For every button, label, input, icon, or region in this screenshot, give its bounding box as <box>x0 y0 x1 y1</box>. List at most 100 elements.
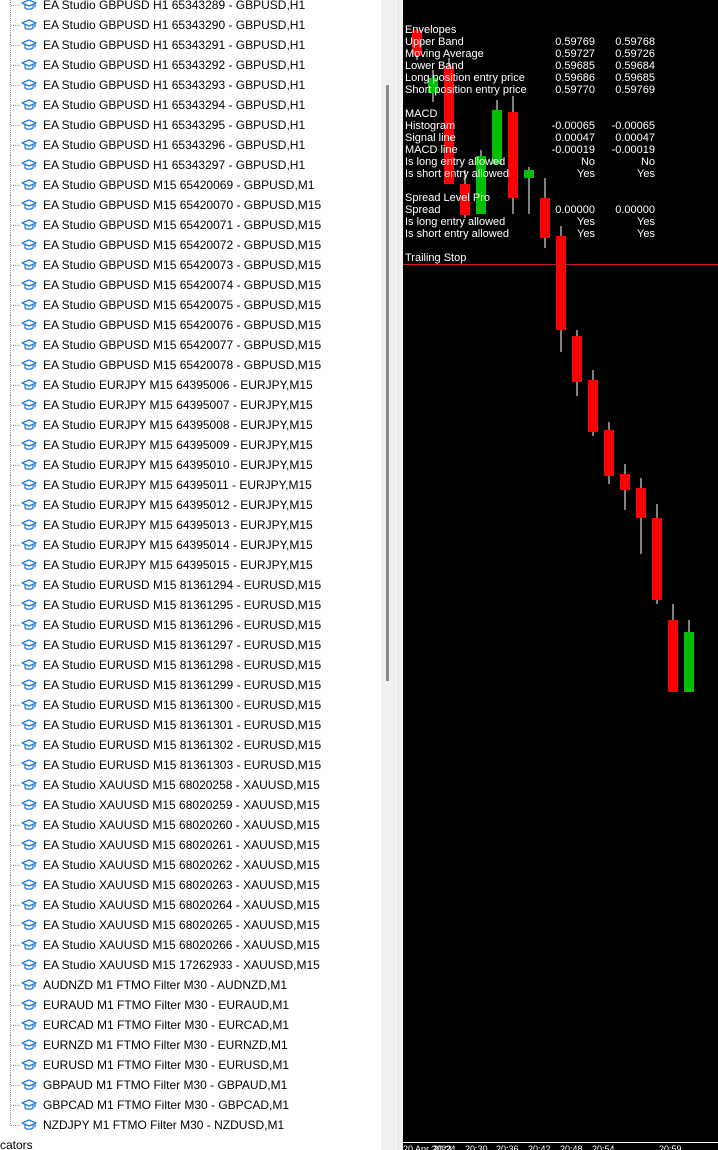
navigator-ea-item[interactable]: EA Studio EURUSD M15 81361297 - EURUSD,M… <box>0 635 380 655</box>
ea-item-label: EA Studio GBPUSD H1 65343291 - GBPUSD,H1 <box>43 38 306 52</box>
navigator-ea-item[interactable]: EA Studio GBPUSD H1 65343289 - GBPUSD,H1 <box>0 0 380 15</box>
navigator-ea-item[interactable]: EA Studio GBPUSD H1 65343294 - GBPUSD,H1 <box>0 95 380 115</box>
navigator-ea-item[interactable]: EA Studio GBPUSD M15 65420071 - GBPUSD,M… <box>0 215 380 235</box>
navigator-ea-item[interactable]: EA Studio XAUUSD M15 68020259 - XAUUSD,M… <box>0 795 380 815</box>
ea-item-label: EA Studio EURUSD M15 81361299 - EURUSD,M… <box>43 678 322 692</box>
ea-item-label: EA Studio EURUSD M15 81361297 - EURUSD,M… <box>43 638 322 652</box>
navigator-ea-item[interactable]: EURCAD M1 FTMO Filter M30 - EURCAD,M1 <box>0 1015 380 1035</box>
indicator-row: Moving Average 0.59727 0.59726 <box>405 48 718 60</box>
navigator-ea-item[interactable]: EA Studio EURJPY M15 64395014 - EURJPY,M… <box>0 535 380 555</box>
tree-connector <box>11 765 20 766</box>
navigator-ea-item[interactable]: EA Studio XAUUSD M15 68020262 - XAUUSD,M… <box>0 855 380 875</box>
navigator-ea-item[interactable]: EA Studio GBPUSD M15 65420074 - GBPUSD,M… <box>0 275 380 295</box>
graduation-cap-icon <box>21 718 37 732</box>
navigator-ea-item[interactable]: NZDJPY M1 FTMO Filter M30 - NZDUSD,M1 <box>0 1115 380 1135</box>
graduation-cap-icon <box>21 438 37 452</box>
navigator-ea-item[interactable]: EA Studio XAUUSD M15 68020263 - XAUUSD,M… <box>0 875 380 895</box>
navigator-ea-item[interactable]: EA Studio EURUSD M15 81361303 - EURUSD,M… <box>0 755 380 775</box>
tree-connector <box>11 545 20 546</box>
graduation-cap-icon <box>21 1018 37 1032</box>
ea-item-label: EA Studio EURJPY M15 64395008 - EURJPY,M… <box>43 418 313 432</box>
navigator-ea-item[interactable]: EA Studio EURJPY M15 64395006 - EURJPY,M… <box>0 375 380 395</box>
navigator-ea-item[interactable]: EA Studio GBPUSD H1 65343290 - GBPUSD,H1 <box>0 15 380 35</box>
navigator-ea-item[interactable]: EA Studio EURJPY M15 64395015 - EURJPY,M… <box>0 555 380 575</box>
navigator-ea-item[interactable]: EA Studio EURJPY M15 64395009 - EURJPY,M… <box>0 435 380 455</box>
tree-connector <box>11 945 20 946</box>
indicator-name: Long position entry price <box>405 72 525 84</box>
navigator-ea-item[interactable]: EA Studio EURUSD M15 81361295 - EURUSD,M… <box>0 595 380 615</box>
navigator-ea-item[interactable]: EA Studio GBPUSD M15 65420072 - GBPUSD,M… <box>0 235 380 255</box>
tree-connector <box>11 485 20 486</box>
ea-item-label: EA Studio GBPUSD M15 65420071 - GBPUSD,M… <box>43 218 322 232</box>
navigator-ea-item[interactable]: EA Studio GBPUSD M15 65420076 - GBPUSD,M… <box>0 315 380 335</box>
indicator-row: Signal line 0.00047 0.00047 <box>405 132 718 144</box>
navigator-ea-item[interactable]: EA Studio GBPUSD M15 65420077 - GBPUSD,M… <box>0 335 380 355</box>
navigator-ea-item[interactable]: EA Studio EURJPY M15 64395012 - EURJPY,M… <box>0 495 380 515</box>
navigator-ea-item[interactable]: EURNZD M1 FTMO Filter M30 - EURNZD,M1 <box>0 1035 380 1055</box>
navigator-ea-item[interactable]: EA Studio XAUUSD M15 68020261 - XAUUSD,M… <box>0 835 380 855</box>
tree-connector <box>11 45 20 46</box>
tree-connector <box>11 985 20 986</box>
candlestick-bear <box>572 330 582 396</box>
tree-connector <box>11 125 20 126</box>
navigator-ea-item[interactable]: EA Studio XAUUSD M15 68020260 - XAUUSD,M… <box>0 815 380 835</box>
navigator-ea-item[interactable]: EA Studio EURUSD M15 81361296 - EURUSD,M… <box>0 615 380 635</box>
navigator-ea-item[interactable]: EURAUD M1 FTMO Filter M30 - EURAUD,M1 <box>0 995 380 1015</box>
navigator-ea-item[interactable]: GBPCAD M1 FTMO Filter M30 - GBPCAD,M1 <box>0 1095 380 1115</box>
navigator-ea-item[interactable]: GBPAUD M1 FTMO Filter M30 - GBPAUD,M1 <box>0 1075 380 1095</box>
navigator-ea-item[interactable]: EA Studio GBPUSD H1 65343296 - GBPUSD,H1 <box>0 135 380 155</box>
graduation-cap-icon <box>21 838 37 852</box>
navigator-ea-item[interactable]: EA Studio XAUUSD M15 68020265 - XAUUSD,M… <box>0 915 380 935</box>
ea-item-label: EA Studio GBPUSD H1 65343290 - GBPUSD,H1 <box>43 18 306 32</box>
navigator-ea-item[interactable]: EA Studio EURJPY M15 64395007 - EURJPY,M… <box>0 395 380 415</box>
navigator-tab-label[interactable]: cators <box>0 1138 33 1150</box>
tree-connector <box>11 1065 20 1066</box>
navigator-ea-item[interactable]: EA Studio EURJPY M15 64395013 - EURJPY,M… <box>0 515 380 535</box>
tree-connector <box>11 1005 20 1006</box>
graduation-cap-icon <box>21 338 37 352</box>
navigator-ea-item[interactable]: EA Studio EURJPY M15 64395008 - EURJPY,M… <box>0 415 380 435</box>
navigator-ea-item[interactable]: EA Studio GBPUSD M15 65420078 - GBPUSD,M… <box>0 355 380 375</box>
navigator-ea-item[interactable]: EA Studio EURUSD M15 81361302 - EURUSD,M… <box>0 735 380 755</box>
navigator-ea-item[interactable]: EA Studio EURJPY M15 64395010 - EURJPY,M… <box>0 455 380 475</box>
indicator-value-previous: 0.00000 <box>615 204 655 216</box>
ea-item-label: EA Studio XAUUSD M15 68020259 - XAUUSD,M… <box>43 798 320 812</box>
navigator-ea-item[interactable]: EA Studio XAUUSD M15 68020266 - XAUUSD,M… <box>0 935 380 955</box>
tree-connector <box>11 105 20 106</box>
navigator-ea-item[interactable]: EA Studio GBPUSD M15 65420069 - GBPUSD,M… <box>0 175 380 195</box>
indicator-value-current: -0.00019 <box>551 144 595 156</box>
navigator-ea-item[interactable]: EA Studio GBPUSD M15 65420070 - GBPUSD,M… <box>0 195 380 215</box>
candlestick-bear <box>604 422 614 484</box>
price-chart[interactable]: Envelopes Upper Band 0.59769 0.59768 Moving … <box>403 0 718 1150</box>
ea-item-label: GBPAUD M1 FTMO Filter M30 - GBPAUD,M1 <box>43 1078 288 1092</box>
navigator-ea-item[interactable]: EA Studio GBPUSD H1 65343293 - GBPUSD,H1 <box>0 75 380 95</box>
navigator-ea-item[interactable]: EA Studio EURUSD M15 81361298 - EURUSD,M… <box>0 655 380 675</box>
navigator-ea-item[interactable]: EA Studio GBPUSD M15 65420075 - GBPUSD,M… <box>0 295 380 315</box>
navigator-ea-item[interactable]: EA Studio EURUSD M15 81361294 - EURUSD,M… <box>0 575 380 595</box>
navigator-ea-item[interactable]: AUDNZD M1 FTMO Filter M30 - AUDNZD,M1 <box>0 975 380 995</box>
navigator-ea-item[interactable]: EA Studio EURJPY M15 64395011 - EURJPY,M… <box>0 475 380 495</box>
tree-connector <box>11 625 20 626</box>
navigator-ea-item[interactable]: EA Studio EURUSD M15 81361301 - EURUSD,M… <box>0 715 380 735</box>
navigator-ea-item[interactable]: EA Studio GBPUSD M15 65420073 - GBPUSD,M… <box>0 255 380 275</box>
ea-item-label: EA Studio EURJPY M15 64395012 - EURJPY,M… <box>43 498 313 512</box>
navigator-scrollbar[interactable] <box>381 0 398 1150</box>
navigator-ea-item[interactable]: EA Studio GBPUSD H1 65343297 - GBPUSD,H1 <box>0 155 380 175</box>
candle-body <box>684 632 694 692</box>
indicator-value-current: No <box>580 156 595 168</box>
graduation-cap-icon <box>21 518 37 532</box>
navigator-ea-item[interactable]: EA Studio GBPUSD H1 65343295 - GBPUSD,H1 <box>0 115 380 135</box>
navigator-ea-item[interactable]: EA Studio XAUUSD M15 17262933 - XAUUSD,M… <box>0 955 380 975</box>
navigator-ea-item[interactable]: EA Studio GBPUSD H1 65343292 - GBPUSD,H1 <box>0 55 380 75</box>
indicator-value-previous: No <box>640 156 655 168</box>
navigator-scroll-thumb[interactable] <box>386 85 389 681</box>
candlestick-bear <box>636 478 646 554</box>
navigator-ea-item[interactable]: EA Studio EURUSD M15 81361300 - EURUSD,M… <box>0 695 380 715</box>
navigator-ea-item[interactable]: EA Studio EURUSD M15 81361299 - EURUSD,M… <box>0 675 380 695</box>
indicator-row: Upper Band 0.59769 0.59768 <box>405 36 718 48</box>
navigator-ea-item[interactable]: EURUSD M1 FTMO Filter M30 - EURUSD,M1 <box>0 1055 380 1075</box>
navigator-ea-item[interactable]: EA Studio GBPUSD H1 65343291 - GBPUSD,H1 <box>0 35 380 55</box>
tree-connector <box>11 885 20 886</box>
navigator-ea-item[interactable]: EA Studio XAUUSD M15 68020264 - XAUUSD,M… <box>0 895 380 915</box>
navigator-ea-item[interactable]: EA Studio XAUUSD M15 68020258 - XAUUSD,M… <box>0 775 380 795</box>
